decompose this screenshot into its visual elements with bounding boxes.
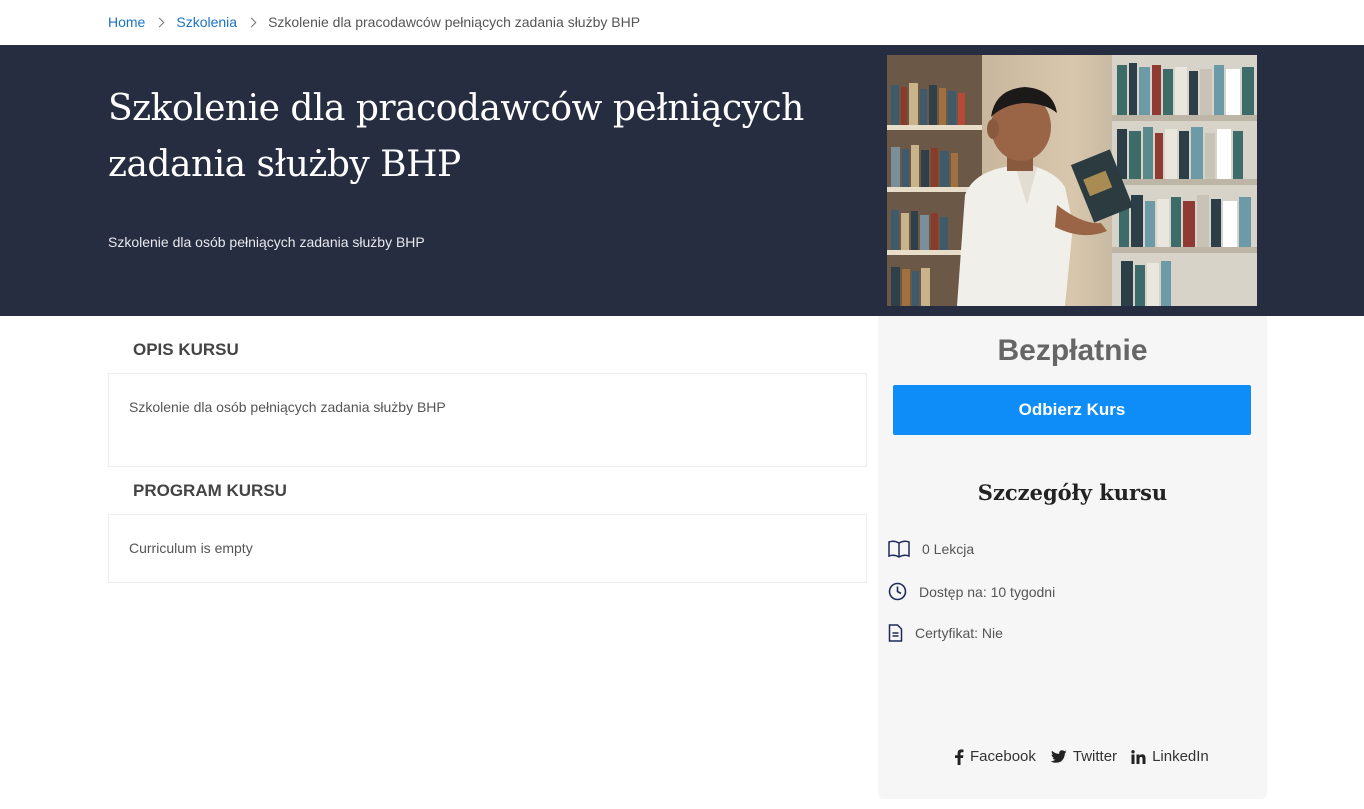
breadcrumb-home-link[interactable]: Home xyxy=(108,14,145,30)
description-heading: OPIS KURSU xyxy=(133,340,239,359)
facebook-icon xyxy=(955,748,964,765)
share-facebook-link[interactable]: Facebook xyxy=(954,748,1036,765)
course-sidebar: Bezpłatnie Odbierz Kurs Szczegóły kursu … xyxy=(878,316,1267,799)
course-hero: Szkolenie dla pracodawców pełniących zad… xyxy=(0,45,1364,316)
facebook-label: Facebook xyxy=(970,748,1036,765)
detail-access: Dostęp na: 10 tygodni xyxy=(888,582,1055,601)
lessons-count: 0 Lekcja xyxy=(922,541,975,557)
clock-icon xyxy=(888,582,907,601)
description-text: Szkolenie dla osób pełniących zadania sł… xyxy=(129,399,446,415)
share-twitter-link[interactable]: Twitter xyxy=(1050,748,1117,765)
certificate-info: Certyfikat: Nie xyxy=(915,625,1003,641)
chevron-right-icon xyxy=(154,17,165,27)
course-subtitle: Szkolenie dla osób pełniących zadania sł… xyxy=(108,234,425,250)
book-icon xyxy=(888,540,910,558)
twitter-icon xyxy=(1050,749,1067,763)
course-details-title: Szczegóły kursu xyxy=(977,480,1168,505)
breadcrumb-current: Szkolenie dla pracodawców pełniących zad… xyxy=(268,14,641,30)
share-linkedin-link[interactable]: LinkedIn xyxy=(1131,748,1209,765)
detail-lessons: 0 Lekcja xyxy=(888,540,974,558)
curriculum-empty-text: Curriculum is empty xyxy=(129,540,253,556)
curriculum-heading: PROGRAM KURSU xyxy=(133,481,287,500)
breadcrumb: Home Szkolenia Szkolenie dla pracodawców… xyxy=(108,12,640,32)
breadcrumb-category-link[interactable]: Szkolenia xyxy=(176,14,237,30)
access-duration: Dostęp na: 10 tygodni xyxy=(919,583,1056,600)
course-image-illustration xyxy=(887,55,1257,306)
chevron-right-icon xyxy=(246,17,257,27)
enroll-button[interactable]: Odbierz Kurs xyxy=(893,385,1251,435)
document-icon xyxy=(888,624,903,642)
linkedin-icon xyxy=(1131,749,1146,764)
twitter-label: Twitter xyxy=(1072,748,1118,765)
course-price: Bezpłatnie xyxy=(997,334,1148,367)
curriculum-box: Curriculum is empty xyxy=(108,514,867,583)
detail-certificate: Certyfikat: Nie xyxy=(888,624,1003,642)
social-share: Facebook Twitter LinkedIn xyxy=(954,748,1223,765)
course-title: Szkolenie dla pracodawców pełniących zad… xyxy=(108,88,804,185)
course-image xyxy=(887,55,1257,306)
linkedin-label: LinkedIn xyxy=(1152,748,1209,765)
description-box: Szkolenie dla osób pełniących zadania sł… xyxy=(108,373,867,467)
